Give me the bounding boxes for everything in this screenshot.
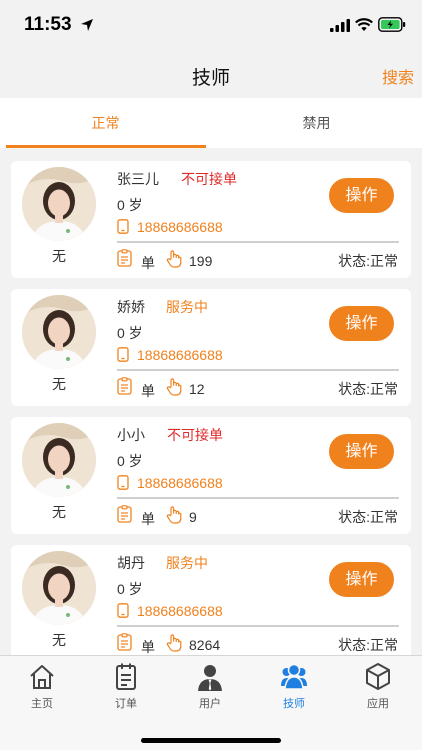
tabbar-item-orders[interactable]: 订单 <box>84 662 168 712</box>
page-title: 技师 <box>191 68 230 89</box>
phone-icon <box>117 347 129 362</box>
order-count: 8264 <box>189 637 221 653</box>
avatar-caption: 无 <box>52 632 66 648</box>
phone-icon <box>117 219 129 234</box>
wifi-icon <box>355 18 373 31</box>
action-button[interactable]: 操作 <box>329 434 394 469</box>
avatar <box>22 551 96 625</box>
status-bar: 11:53 <box>0 0 422 50</box>
order-clipboard-icon <box>117 505 132 523</box>
app-cube-icon <box>366 663 390 690</box>
technician-name: 娇娇 <box>117 299 145 315</box>
order-count: 9 <box>189 509 197 525</box>
technician-photo <box>22 167 96 241</box>
phone-number[interactable]: 18868686688 <box>137 347 223 363</box>
avatar-caption: 无 <box>52 504 66 520</box>
technician-card: 无 娇娇 服务中 0 岁 18868686688 操作 单 12 状态:正常 <box>11 289 411 406</box>
technician-photo <box>22 423 96 497</box>
phone-number[interactable]: 18868686688 <box>137 219 223 235</box>
order-icon <box>116 663 136 690</box>
battery-charging-icon <box>378 17 406 32</box>
phone-number[interactable]: 18868686688 <box>137 475 223 491</box>
hand-pointer-icon <box>166 634 182 652</box>
technician-name: 张三儿 <box>117 171 159 187</box>
status-time: 11:53 <box>24 14 72 35</box>
divider <box>117 497 399 499</box>
action-button[interactable]: 操作 <box>329 306 394 341</box>
avatar-caption: 无 <box>52 376 66 392</box>
hand-pointer-icon <box>166 506 182 524</box>
technician-age: 0 岁 <box>117 325 143 341</box>
technician-name: 小小 <box>117 427 145 443</box>
account-state: 状态:正常 <box>338 509 398 525</box>
order-label: 单 <box>141 255 155 271</box>
technician-age: 0 岁 <box>117 453 143 469</box>
technician-photo <box>22 295 96 369</box>
technician-list[interactable]: 无 张三儿 不可接单 0 岁 18868686688 操作 单 199 状态:正… <box>0 148 422 655</box>
technician-age: 0 岁 <box>117 197 143 213</box>
phone-number[interactable]: 18868686688 <box>137 603 223 619</box>
order-label: 单 <box>141 383 155 399</box>
tabbar-item-home[interactable]: 主页 <box>0 662 84 712</box>
avatar <box>22 423 96 497</box>
technician-age: 0 岁 <box>117 581 143 597</box>
availability-status: 不可接单 <box>167 427 223 443</box>
action-button[interactable]: 操作 <box>329 562 394 597</box>
tab-normal[interactable]: 正常 <box>0 98 211 148</box>
phone-icon <box>117 475 129 490</box>
order-count: 12 <box>189 381 205 397</box>
technician-card: 无 张三儿 不可接单 0 岁 18868686688 操作 单 199 状态:正… <box>11 161 411 278</box>
tabbar-label: 应用 <box>367 698 389 710</box>
tabbar-label: 技师 <box>283 698 305 710</box>
divider <box>117 369 399 371</box>
cellular-signal-icon <box>330 19 350 32</box>
user-icon <box>198 665 222 691</box>
tabbar-item-apps[interactable]: 应用 <box>336 662 420 712</box>
tabbar-item-technicians[interactable]: 技师 <box>252 662 336 712</box>
phone-icon <box>117 603 129 618</box>
avatar-caption: 无 <box>52 248 66 264</box>
availability-status: 服务中 <box>166 299 208 315</box>
account-state: 状态:正常 <box>338 253 398 269</box>
order-clipboard-icon <box>117 249 132 267</box>
order-clipboard-icon <box>117 377 132 395</box>
technician-card: 无 胡丹 服务中 0 岁 18868686688 操作 单 8264 状态:正常 <box>11 545 411 655</box>
tabbar-label: 订单 <box>115 698 137 710</box>
technician-photo <box>22 551 96 625</box>
home-icon <box>30 665 54 689</box>
status-tabs: 正常 禁用 <box>0 98 422 148</box>
account-state: 状态:正常 <box>338 637 398 653</box>
tabbar-label: 主页 <box>31 698 53 710</box>
home-indicator[interactable] <box>141 738 281 743</box>
bottom-tab-bar: 主页 订单 用户 技师 应用 <box>0 655 422 750</box>
technician-icon <box>281 663 307 690</box>
divider <box>117 625 399 627</box>
account-state: 状态:正常 <box>338 381 398 397</box>
technician-name: 胡丹 <box>117 555 145 571</box>
avatar <box>22 295 96 369</box>
order-label: 单 <box>141 639 155 655</box>
order-label: 单 <box>141 511 155 527</box>
action-button[interactable]: 操作 <box>329 178 394 213</box>
avatar <box>22 167 96 241</box>
availability-status: 不可接单 <box>181 171 237 187</box>
divider <box>117 241 399 243</box>
nav-bar: 技师 搜索 <box>0 50 422 98</box>
technician-card: 无 小小 不可接单 0 岁 18868686688 操作 单 9 状态:正常 <box>11 417 411 534</box>
order-clipboard-icon <box>117 633 132 651</box>
tabbar-label: 用户 <box>199 698 221 710</box>
tab-disabled[interactable]: 禁用 <box>211 98 422 148</box>
hand-pointer-icon <box>166 250 182 268</box>
location-arrow-icon <box>81 19 93 31</box>
order-count: 199 <box>189 253 213 269</box>
search-button[interactable]: 搜索 <box>382 64 414 88</box>
availability-status: 服务中 <box>166 555 208 571</box>
hand-pointer-icon <box>166 378 182 396</box>
tabbar-item-users[interactable]: 用户 <box>168 662 252 712</box>
